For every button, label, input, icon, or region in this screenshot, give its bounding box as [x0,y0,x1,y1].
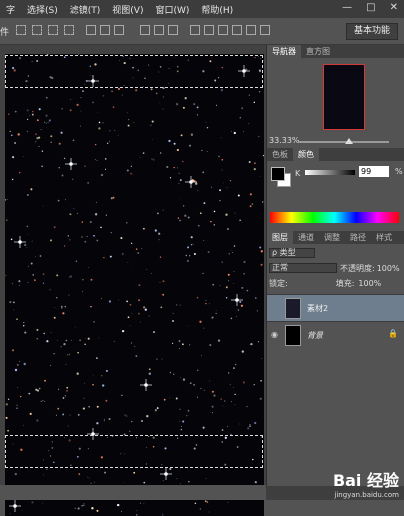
intersect-selection-icon[interactable] [64,25,74,35]
selection-marquee-bottom [5,435,263,468]
lock-label: 锁定: [269,278,288,288]
lock-row: 锁定: 填充: 100% [269,277,404,289]
align-left-icon[interactable] [140,25,150,35]
foreground-color-swatch[interactable] [271,167,285,181]
tab-navigator[interactable]: 导航器 [267,45,301,58]
k-channel-value[interactable]: 99 [359,166,389,177]
baidu-watermark: Bai 经验 jingyan.baidu.com [333,467,399,499]
zoom-level[interactable]: 33.33% [269,136,300,145]
align-bottom-icon[interactable] [114,25,124,35]
watermark-logo: Bai 经验 [332,471,399,490]
layer-thumbnail [285,325,301,346]
lock-icon: 🔒 [388,329,398,338]
align-center-icon[interactable] [154,25,164,35]
menu-item-type[interactable]: 字 [0,3,21,16]
layer-row-background[interactable]: ◉ 背景 🔒 [267,321,404,348]
layer-filter-select[interactable]: ρ 类型 [269,248,315,258]
maximize-button[interactable]: □ [366,2,375,13]
menu-item-window[interactable]: 窗口(W) [149,3,195,16]
tab-layers[interactable]: 图层 [267,231,293,244]
distribute-center-icon[interactable] [246,25,256,35]
color-spectrum[interactable] [270,212,399,223]
window-controls: — □ ✕ [342,2,398,13]
tab-color[interactable]: 颜色 [293,148,319,161]
blend-mode-select[interactable]: 正常 [269,263,337,273]
close-button[interactable]: ✕ [390,2,398,13]
subtract-selection-icon[interactable] [48,25,58,35]
align-middle-icon[interactable] [100,25,110,35]
align-top-icon[interactable] [86,25,96,35]
layer-filter-label: 类型 [279,248,296,257]
minimize-button[interactable]: — [342,2,352,13]
color-tabs: 色板 颜色 [267,148,404,161]
tab-paths[interactable]: 路径 [345,231,371,244]
watermark-url: jingyan.baidu.com [334,491,399,499]
navigator-zoom-row: 33.33% [267,136,404,148]
tab-histogram[interactable]: 直方图 [301,45,335,58]
new-selection-icon[interactable] [16,25,26,35]
tab-styles[interactable]: 样式 [371,231,397,244]
color-panel: K 99 % [267,161,404,231]
fill-label: 填充: [335,278,355,288]
add-selection-icon[interactable] [32,25,42,35]
channel-label: K [295,169,301,178]
layer-thumbnail [285,298,301,319]
layer-name[interactable]: 背景 [307,330,323,341]
options-bar: 件 基本功能 [0,18,404,45]
opacity-label: 不透明度: [340,263,375,273]
zoom-slider-knob[interactable] [345,138,353,144]
fill-value[interactable]: 100% [358,279,381,288]
menu-item-view[interactable]: 视图(V) [106,3,149,16]
canvas-area[interactable] [0,45,266,516]
k-unit: % [395,167,403,176]
eye-icon[interactable]: ◉ [271,330,278,339]
navigator-preview[interactable] [323,64,365,130]
distribute-top-icon[interactable] [190,25,200,35]
menu-item-help[interactable]: 帮助(H) [195,3,239,16]
menu-bar: 字 选择(S) 滤镜(T) 视图(V) 窗口(W) 帮助(H) — □ ✕ [0,0,404,18]
tab-swatches[interactable]: 色板 [267,148,293,161]
navigator-panel [267,58,404,136]
tab-adjustments[interactable]: 调整 [319,231,345,244]
distribute-middle-icon[interactable] [204,25,214,35]
workspace-button[interactable]: 基本功能 [346,23,398,40]
layer-filter-row: ρ 类型 [269,247,315,259]
zoom-slider[interactable] [299,141,389,143]
tool-label: 件 [0,28,10,38]
blend-row: 正常 不透明度: 100% [269,262,404,274]
distribute-bottom-icon[interactable] [218,25,228,35]
menu-item-select[interactable]: 选择(S) [21,3,64,16]
distribute-right-icon[interactable] [260,25,270,35]
menu-item-filter[interactable]: 滤镜(T) [64,3,107,16]
layer-name[interactable]: 素材2 [307,303,328,314]
opacity-value[interactable]: 100% [377,264,400,273]
distribute-left-icon[interactable] [232,25,242,35]
navigator-tabs: 导航器 直方图 [267,45,404,58]
layers-panel: ρ 类型 正常 不透明度: 100% 锁定: 填充: 100% 素材2 ◉ 背景… [267,244,404,504]
right-panel-dock: 导航器 直方图 33.33% 色板 颜色 K 99 % 图层 通道 调整 路径 … [266,45,404,500]
tab-channels[interactable]: 通道 [293,231,319,244]
status-bar [0,485,266,500]
layers-tabs: 图层 通道 调整 路径 样式 [267,231,404,244]
k-channel-slider[interactable] [305,170,355,175]
align-right-icon[interactable] [168,25,178,35]
selection-marquee-top [5,55,263,88]
layer-row-sucai2[interactable]: 素材2 [267,294,404,321]
